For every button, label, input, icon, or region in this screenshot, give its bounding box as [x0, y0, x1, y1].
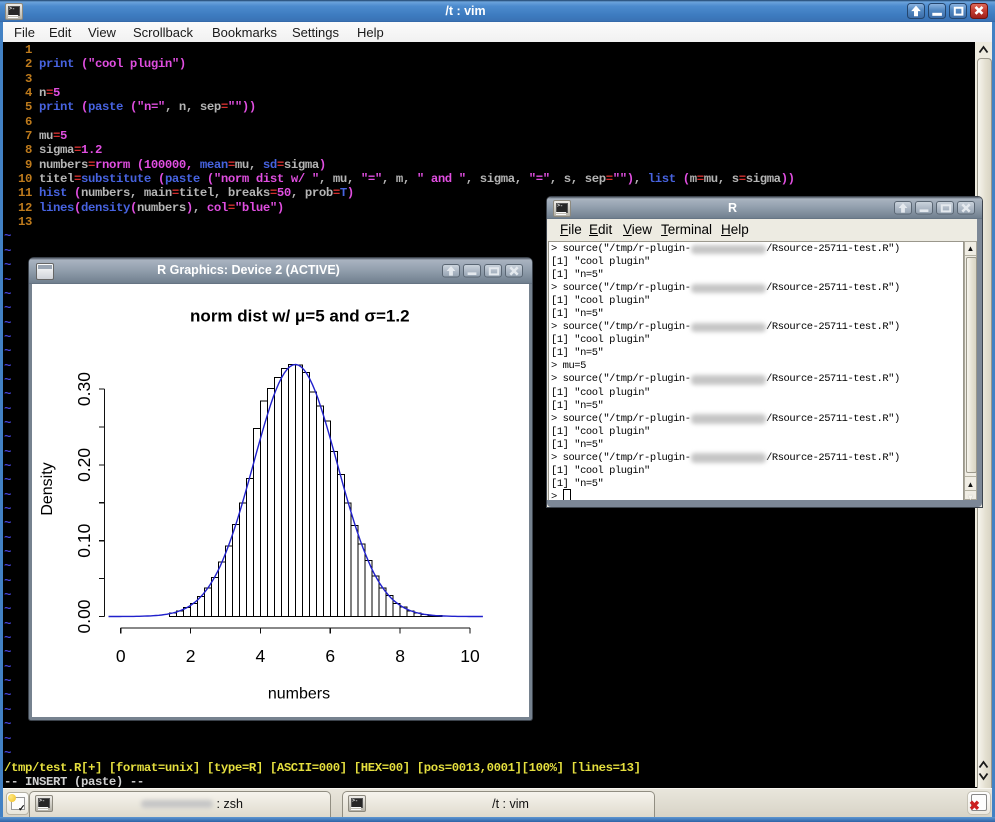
svg-text:numbers: numbers: [268, 686, 330, 703]
svg-text:Density: Density: [39, 462, 56, 515]
svg-text:6: 6: [325, 646, 335, 666]
svg-text:0.20: 0.20: [74, 448, 94, 482]
svg-text:0.10: 0.10: [74, 523, 94, 557]
svg-text:2: 2: [186, 646, 196, 666]
svg-text:norm dist w/ μ=5 and σ=1.2: norm dist w/ μ=5 and σ=1.2: [190, 307, 409, 326]
svg-text:0: 0: [116, 646, 126, 666]
svg-text:0.00: 0.00: [74, 599, 94, 633]
svg-text:4: 4: [256, 646, 266, 666]
svg-text:10: 10: [460, 646, 480, 666]
svg-text:0.30: 0.30: [74, 372, 94, 406]
svg-text:8: 8: [395, 646, 405, 666]
